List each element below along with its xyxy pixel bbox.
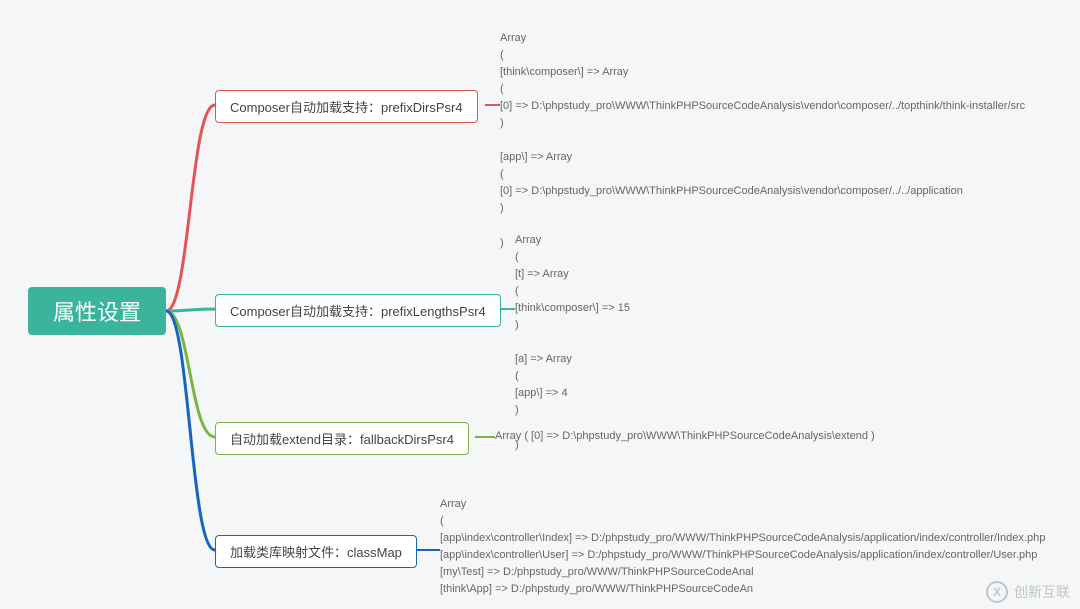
node-prefixdirspsr4[interactable]: Composer自动加载支持：prefixDirsPsr4 [215, 90, 478, 123]
node-label: Composer自动加载支持：prefixDirsPsr4 [230, 100, 463, 115]
watermark-logo-icon: X [986, 581, 1008, 603]
detail-prefixdirspsr4: Array ( [think\composer\] => Array ( [0]… [500, 30, 1025, 252]
node-label: 加载类库映射文件：classMap [230, 545, 402, 560]
node-fallbackdirspsr4[interactable]: 自动加载extend目录：fallbackDirsPsr4 [215, 422, 469, 455]
node-label: Composer自动加载支持：prefixLengthsPsr4 [230, 304, 486, 319]
detail-fallbackdirspsr4: Array ( [0] => D:\phpstudy_pro\WWW\Think… [495, 428, 875, 445]
root-node[interactable]: 属性设置 [28, 287, 166, 335]
node-classmap[interactable]: 加载类库映射文件：classMap [215, 535, 417, 568]
detail-classmap: Array ( [app\index\controller\Index] => … [440, 496, 1045, 598]
mindmap-canvas: 属性设置 Composer自动加载支持：prefixDirsPsr4 Array… [0, 0, 1080, 609]
watermark-text: 创新互联 [1014, 582, 1070, 602]
node-label: 自动加载extend目录：fallbackDirsPsr4 [230, 432, 454, 447]
node-prefixlengthspsr4[interactable]: Composer自动加载支持：prefixLengthsPsr4 [215, 294, 501, 327]
detail-prefixlengthspsr4: Array ( [t] => Array ( [think\composer\]… [515, 232, 630, 454]
watermark: X 创新互联 [986, 581, 1070, 603]
root-label: 属性设置 [53, 295, 141, 327]
